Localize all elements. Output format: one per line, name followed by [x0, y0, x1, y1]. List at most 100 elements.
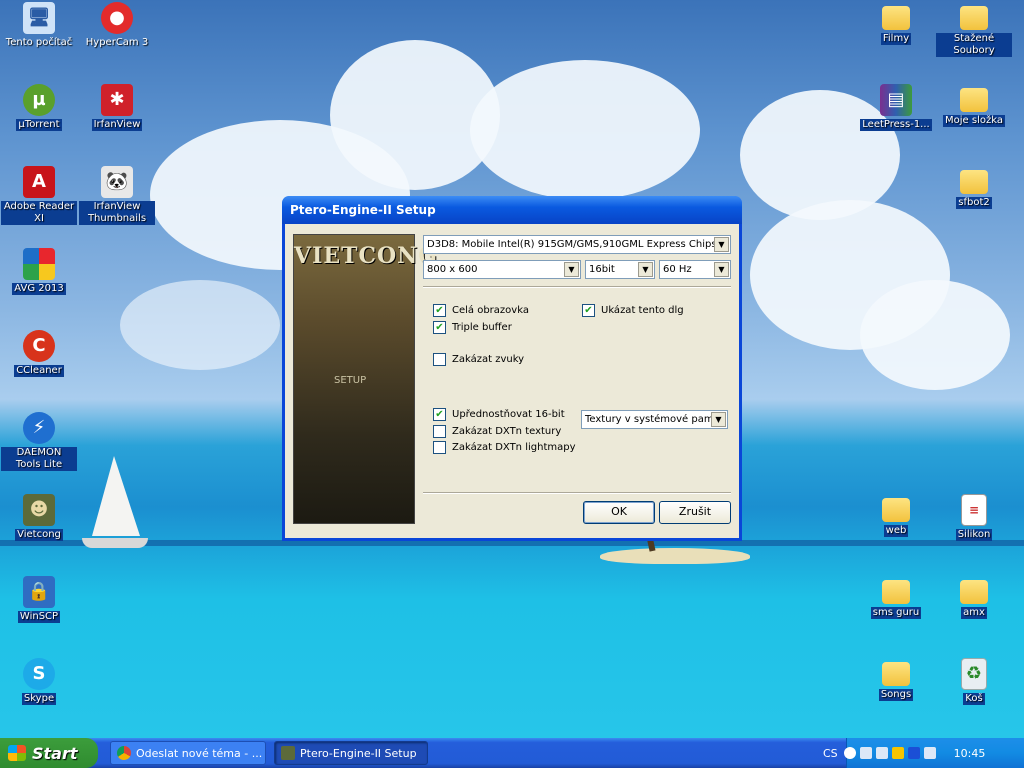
- checkbox-label: Zakázat DXTn lightmapy: [452, 442, 576, 453]
- desktop-icon-label: Stažené Soubory: [936, 33, 1012, 57]
- desktop-icon-silikon[interactable]: ≡ Silikon: [936, 494, 1012, 541]
- checkbox-label: Celá obrazovka: [452, 305, 529, 316]
- cancel-button[interactable]: Zrušit: [659, 501, 731, 524]
- disable-dxtn-textures-checkbox[interactable]: Zakázat DXTn textury: [433, 425, 561, 438]
- desktop-icon-label: WinSCP: [17, 611, 61, 623]
- desktop-icon-daemon-tools[interactable]: ⚡ DAEMON Tools Lite: [1, 412, 77, 471]
- desktop-icon-stazene-soubory[interactable]: Stažené Soubory: [936, 2, 1012, 57]
- desktop-icon-label: LeetPress-1...: [860, 119, 932, 131]
- folder-icon: [960, 6, 988, 30]
- tray-tool-icon[interactable]: [859, 747, 872, 759]
- separator: [423, 286, 731, 288]
- daemon-tools-icon: ⚡: [23, 412, 55, 444]
- desktop-icon-utorrent[interactable]: µ µTorrent: [1, 84, 77, 131]
- network-icon[interactable]: [875, 747, 888, 759]
- desktop-icon-label: amx: [961, 607, 987, 619]
- system-tray: CS 10:45: [823, 738, 1024, 768]
- desktop-icon-label: Koš: [963, 693, 985, 705]
- checkbox-label: Zakázat zvuky: [452, 354, 525, 365]
- document-icon: ≡: [961, 494, 987, 526]
- chevron-down-icon[interactable]: ▼: [638, 262, 653, 277]
- language-indicator[interactable]: CS: [823, 747, 838, 760]
- checkbox-box[interactable]: ✔: [433, 321, 446, 334]
- checkbox-box[interactable]: ✔: [582, 304, 595, 317]
- texture-memory-select[interactable]: Textury v systémové paměti ▼: [581, 410, 728, 429]
- checkbox-box[interactable]: ✔: [433, 408, 446, 421]
- start-button[interactable]: Start: [0, 738, 98, 768]
- checkbox-box[interactable]: [433, 353, 446, 366]
- fullscreen-checkbox[interactable]: ✔ Celá obrazovka: [433, 304, 529, 317]
- vietcong-icon: [281, 746, 295, 760]
- refresh-rate-select[interactable]: 60 Hz ▼: [659, 260, 731, 279]
- desktop-icon-irfanview[interactable]: ✱ IrfanView: [79, 84, 155, 131]
- power-icon[interactable]: [923, 747, 936, 759]
- desktop-icon-songs[interactable]: Songs: [858, 658, 934, 701]
- disable-dxtn-lightmaps-checkbox[interactable]: Zakázat DXTn lightmapy: [433, 441, 576, 454]
- irfanview-icon: ✱: [101, 84, 133, 116]
- desktop-icon-adobe-reader[interactable]: A Adobe Reader XI: [1, 166, 77, 225]
- dialog-title[interactable]: Ptero-Engine-II Setup: [282, 196, 742, 224]
- checkbox-box[interactable]: [433, 441, 446, 454]
- desktop-icon-leetpress[interactable]: ▤ LeetPress-1...: [858, 84, 934, 131]
- folder-icon: [882, 498, 910, 522]
- desktop-icon-sfbot2[interactable]: sfbot2: [936, 166, 1012, 209]
- skype-icon: S: [23, 658, 55, 690]
- desktop-icon-vietcong[interactable]: ☻ Vietcong: [1, 494, 77, 541]
- device-select-value: D3D8: Mobile Intel(R) 915GM/GMS,910GML E…: [427, 239, 727, 250]
- vietcong-icon: ☻: [23, 494, 55, 526]
- desktop-icon-label: web: [883, 525, 909, 537]
- desktop-icon-sms-guru[interactable]: sms guru: [858, 576, 934, 619]
- triple-buffer-checkbox[interactable]: ✔ Triple buffer: [433, 321, 512, 334]
- checkbox-label: Triple buffer: [452, 322, 512, 333]
- desktop-icon-hypercam[interactable]: ● HyperCam 3: [79, 2, 155, 49]
- prefer-16bit-checkbox[interactable]: ✔ Upřednostňovat 16-bit: [433, 408, 565, 421]
- chevron-down-icon[interactable]: ▼: [714, 237, 729, 252]
- checkbox-box[interactable]: ✔: [433, 304, 446, 317]
- disable-sounds-checkbox[interactable]: Zakázat zvuky: [433, 353, 524, 366]
- ok-button[interactable]: OK: [583, 501, 655, 524]
- desktop-icon-ccleaner[interactable]: C CCleaner: [1, 330, 77, 377]
- taskbar-item-chrome[interactable]: Odeslat nové téma - ...: [110, 741, 266, 765]
- taskbar-item-ptero-setup[interactable]: Ptero-Engine-II Setup: [274, 741, 428, 765]
- chevron-down-icon[interactable]: ▼: [564, 262, 579, 277]
- desktop-icon-label: AVG 2013: [12, 283, 66, 295]
- desktop-icon-label: sfbot2: [956, 197, 992, 209]
- banner-setup-text: SETUP: [334, 375, 367, 386]
- chevron-down-icon[interactable]: ▼: [714, 262, 729, 277]
- texture-memory-select-value: Textury v systémové paměti: [585, 414, 727, 425]
- checkbox-box[interactable]: [433, 425, 446, 438]
- desktop-icon-skype[interactable]: S Skype: [1, 658, 77, 705]
- checkbox-label: Zakázat DXTn textury: [452, 426, 562, 437]
- desktop-icon-label: Tento počítač: [5, 37, 73, 48]
- desktop-icon-kos[interactable]: ♻ Koš: [936, 658, 1012, 705]
- desktop-icon-web[interactable]: web: [858, 494, 934, 537]
- start-label: Start: [32, 743, 78, 763]
- chevron-down-icon[interactable]: ▼: [711, 412, 726, 427]
- desktop-icon-winscp[interactable]: 🔒 WinSCP: [1, 576, 77, 623]
- folder-icon: [882, 6, 910, 30]
- folder-icon: [960, 88, 988, 112]
- windows-logo-icon: [8, 745, 26, 761]
- recycle-bin-icon: ♻: [961, 658, 987, 690]
- desktop-icon-filmy[interactable]: Filmy: [858, 2, 934, 45]
- desktop-icon-amx[interactable]: amx: [936, 576, 1012, 619]
- bluetooth-icon[interactable]: [907, 747, 920, 759]
- desktop-icon-irfanview-thumbnails[interactable]: 🐼 IrfanView Thumbnails: [79, 166, 155, 225]
- checkbox-label: Ukázat tento dlg: [601, 305, 684, 316]
- refresh-rate-select-value: 60 Hz: [663, 264, 692, 275]
- winscp-icon: 🔒: [23, 576, 55, 608]
- desktop-icon-moje-slozka[interactable]: Moje složka: [936, 84, 1012, 127]
- show-dialog-checkbox[interactable]: ✔ Ukázat tento dlg: [582, 304, 684, 317]
- desktop-icon-avg[interactable]: AVG 2013: [1, 248, 77, 295]
- color-depth-select[interactable]: 16bit ▼: [585, 260, 655, 279]
- warning-icon[interactable]: [891, 747, 904, 759]
- desktop-icon-label: IrfanView Thumbnails: [79, 201, 155, 225]
- checkbox-label: Upřednostňovat 16-bit: [452, 409, 565, 420]
- device-select[interactable]: D3D8: Mobile Intel(R) 915GM/GMS,910GML E…: [423, 235, 731, 254]
- dialog-client: VIETCONG SETUP D3D8: Mobile Intel(R) 915…: [285, 224, 739, 538]
- desktop-icon-computer[interactable]: 🖥 Tento počítač: [1, 2, 77, 49]
- folder-icon: [960, 580, 988, 604]
- resolution-select[interactable]: 800 x 600 ▼: [423, 260, 581, 279]
- chevron-left-icon[interactable]: [843, 747, 856, 759]
- folder-icon: [882, 580, 910, 604]
